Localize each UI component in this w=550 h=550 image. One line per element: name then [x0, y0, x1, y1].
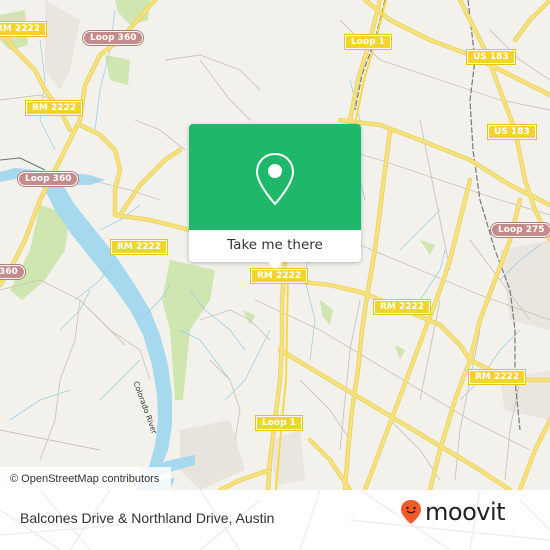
road-shield-us-183: US 183 [466, 49, 516, 65]
destination-popup: Take me there [189, 124, 361, 269]
moovit-logo[interactable]: moovit [400, 498, 506, 526]
road-shield-loop-1: Loop 1 [344, 34, 392, 50]
road-shield-rm-2222: RM 2222 [0, 21, 48, 37]
popup-pointer [268, 262, 282, 269]
road-shield-rm-2222: RM 2222 [109, 239, 169, 255]
footer-bar: Balcones Drive & Northland Drive, Austin… [0, 490, 550, 550]
moovit-pin-logo-icon [401, 500, 421, 524]
road-shield-loop-360: Loop 360 [18, 172, 79, 186]
road-shield-rm-2222: RM 2222 [24, 100, 84, 116]
colorado-river [0, 168, 172, 490]
location-pin-icon [255, 152, 295, 206]
take-me-there-button[interactable]: Take me there [189, 230, 361, 262]
moovit-wordmark: moovit [425, 498, 506, 526]
road-shield-rm-2222: RM 2222 [372, 299, 432, 315]
road-shield-loop-360: Loop 360 [83, 31, 144, 45]
location-address: Balcones Drive & Northland Drive, Austin [20, 510, 275, 526]
road-shield-loop-1: Loop 1 [255, 415, 303, 431]
road-shield-rm-2222: RM 2222 [249, 268, 309, 284]
map-view[interactable]: RM 2222 Loop 360 RM 2222 Loop 360 360 Lo… [0, 0, 550, 490]
road-shield-rm-2222: RM 2222 [467, 369, 527, 385]
road-shield-loop-275: Loop 275 [491, 223, 550, 237]
road-shield-360: 360 [0, 265, 25, 279]
popup-header [189, 124, 361, 230]
map-attribution[interactable]: © OpenStreetMap contributors [0, 467, 172, 490]
road-shield-us-183: US 183 [487, 124, 537, 140]
